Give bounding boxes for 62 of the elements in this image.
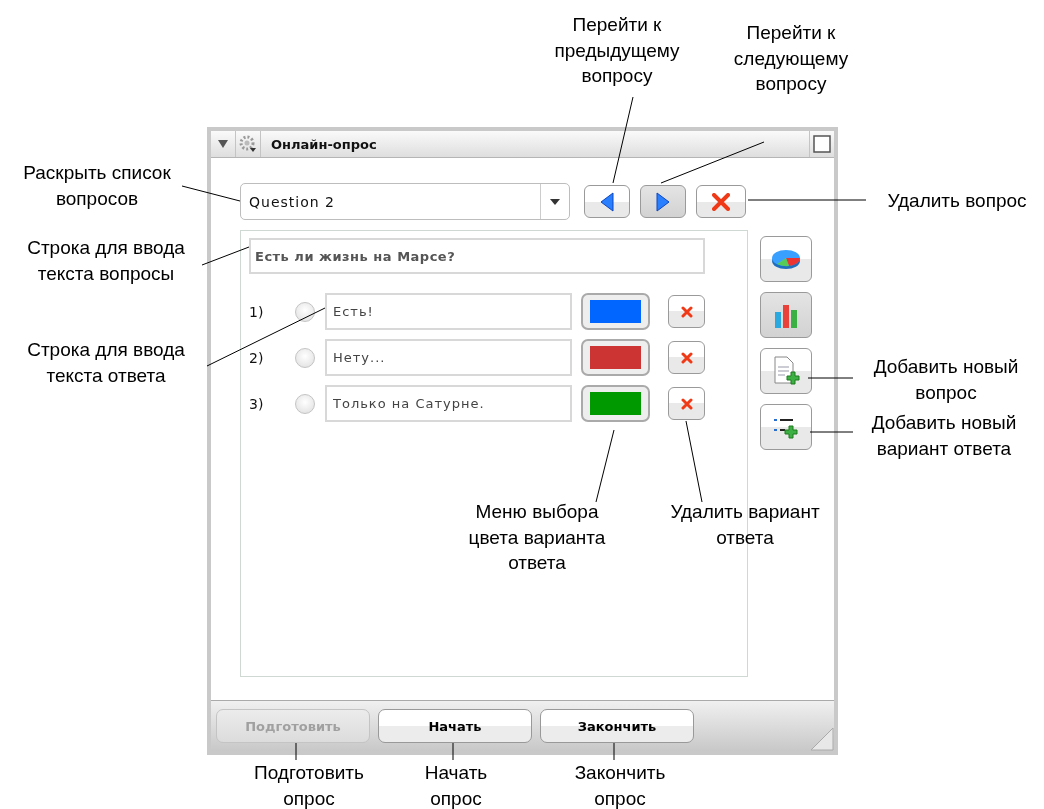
window-title: Онлайн-опрос [271,136,378,152]
close-icon [680,351,693,364]
leader-line [295,742,297,761]
question-input[interactable]: Есть ли жизнь на Марсе? [249,238,705,274]
settings-icon [239,135,257,153]
caret-icon [550,198,560,205]
bar-chart-button[interactable] [760,292,812,338]
leader-line [809,431,854,433]
close-icon [712,192,730,211]
maximize-icon [813,135,831,153]
delete-answer-button[interactable] [668,387,705,420]
footer-button[interactable]: Закончить [540,709,694,743]
annotation-text: Добавить новый вариант ответа [871,411,1017,461]
color-picker-button[interactable] [581,293,650,330]
annotation-text: Меню выбора цвета варианта ответа [468,500,606,575]
annotation-text: Удалить вариант ответа [670,500,820,550]
leader-line [613,742,615,761]
maximize-button[interactable] [809,131,834,157]
color-picker-button[interactable] [581,339,650,376]
annotation-text: Начать опрос [424,761,488,809]
footer-button[interactable]: Начать [378,709,532,743]
leader-line [807,377,854,379]
answer-radio[interactable] [295,393,315,414]
next-button[interactable] [640,185,686,218]
right-triangle-icon [655,191,671,212]
pie-chart-icon [771,248,801,270]
bar-chart-icon [773,302,799,328]
annotation-text: Подготовить опрос [254,761,364,809]
leader-line [452,742,454,761]
answer-input[interactable]: Нету... [325,339,572,376]
annotation-text: Строка для ввода текста ответа [27,338,185,388]
previous-button[interactable] [584,185,630,218]
delete-answer-button[interactable] [668,341,705,374]
annotation-text: Перейти к следующему вопросу [733,21,849,96]
leader-line [181,185,241,202]
annotation-text: Перейти к предыдущему вопросу [554,13,680,88]
annotation-text: Добавить новый вопрос [873,355,1019,405]
close-icon [680,397,693,410]
dropdown-value: Question 2 [248,193,336,210]
annotation-text: Раскрыть список вопросов [23,161,171,211]
annotation-text: Строка для ввода текста вопросы [27,236,185,286]
add-question-button[interactable] [760,348,812,394]
answer-radio[interactable] [295,347,315,368]
answer-input[interactable]: Есть! [325,293,572,330]
left-triangle-icon [599,191,615,212]
delete-question-button[interactable] [696,185,746,218]
answer-input[interactable]: Только на Сатурне. [325,385,572,422]
close-icon [680,305,693,318]
down-triangle-icon [218,140,228,148]
annotation-text: Закончить опрос [574,761,666,809]
answer-number: 2) [249,349,265,366]
delete-answer-button[interactable] [668,295,705,328]
answer-number: 3) [249,395,265,412]
answer-number: 1) [249,303,265,320]
document-plus-icon [772,355,800,387]
color-picker-button[interactable] [581,385,650,422]
leader-line [201,246,250,266]
add-answer-button[interactable] [760,404,812,450]
question-dropdown[interactable]: Question 2 [240,183,570,220]
pie-chart-button[interactable] [760,236,812,282]
annotation-text: Удалить вопрос [887,189,1027,213]
answer-radio[interactable] [295,301,315,322]
